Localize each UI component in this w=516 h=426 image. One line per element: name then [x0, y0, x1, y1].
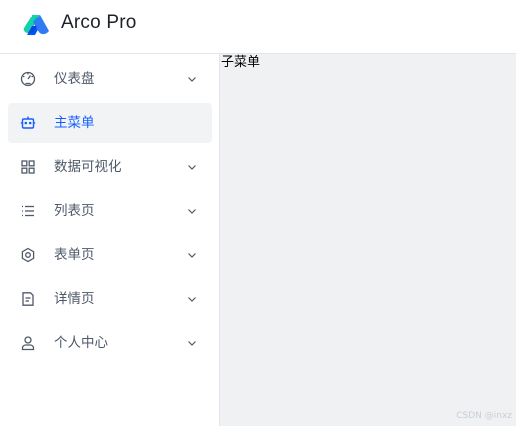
sidebar-item-label: 主菜单 [54, 115, 95, 131]
chevron-down-icon[interactable] [186, 293, 198, 305]
sidebar-item-main-menu[interactable]: 主菜单 [8, 103, 212, 143]
sidebar-item-label: 个人中心 [54, 335, 108, 351]
submenu-content-text: 子菜单 [221, 55, 261, 70]
sidebar-item-dashboard[interactable]: 仪表盘 [8, 59, 212, 99]
sidebar-item-label: 详情页 [54, 291, 95, 307]
chevron-down-icon[interactable] [186, 249, 198, 261]
robot-icon [20, 116, 36, 129]
sidebar-item-user-center[interactable]: 个人中心 [8, 323, 212, 363]
chevron-down-icon[interactable] [186, 337, 198, 349]
user-icon [21, 336, 35, 351]
sidebar-item-label: 仪表盘 [54, 71, 95, 87]
sidebar-item-list-page[interactable]: 列表页 [8, 191, 212, 231]
top-header: Arco Pro [0, 0, 516, 54]
list-icon [22, 205, 34, 217]
brand-title: Arco Pro [61, 12, 137, 33]
sidebar-item-detail-page[interactable]: 详情页 [8, 279, 212, 319]
main-content: 子菜单 CSDN @inxz [220, 54, 516, 426]
sidebar-item-label: 数据可视化 [54, 159, 122, 175]
arco-logo-icon[interactable] [22, 13, 50, 37]
settings-icon [21, 247, 35, 263]
app-window: Arco Pro 仪表盘 主菜单 数据可视化 列表页 表单页 详情页 个人中心 … [0, 0, 516, 426]
grid-icon [21, 160, 35, 174]
watermark: CSDN @inxz [456, 411, 512, 421]
chevron-down-icon[interactable] [186, 73, 198, 85]
sidebar-item-data-visualization[interactable]: 数据可视化 [8, 147, 212, 187]
chevron-down-icon[interactable] [186, 161, 198, 173]
chevron-down-icon[interactable] [186, 205, 198, 217]
sidebar-item-form-page[interactable]: 表单页 [8, 235, 212, 275]
sidebar-item-label: 列表页 [54, 203, 95, 219]
sidebar-menu: 仪表盘 主菜单 数据可视化 列表页 表单页 详情页 个人中心 [0, 54, 220, 426]
sidebar-item-label: 表单页 [54, 247, 95, 263]
dashboard-icon [20, 71, 36, 87]
file-icon [22, 292, 34, 306]
